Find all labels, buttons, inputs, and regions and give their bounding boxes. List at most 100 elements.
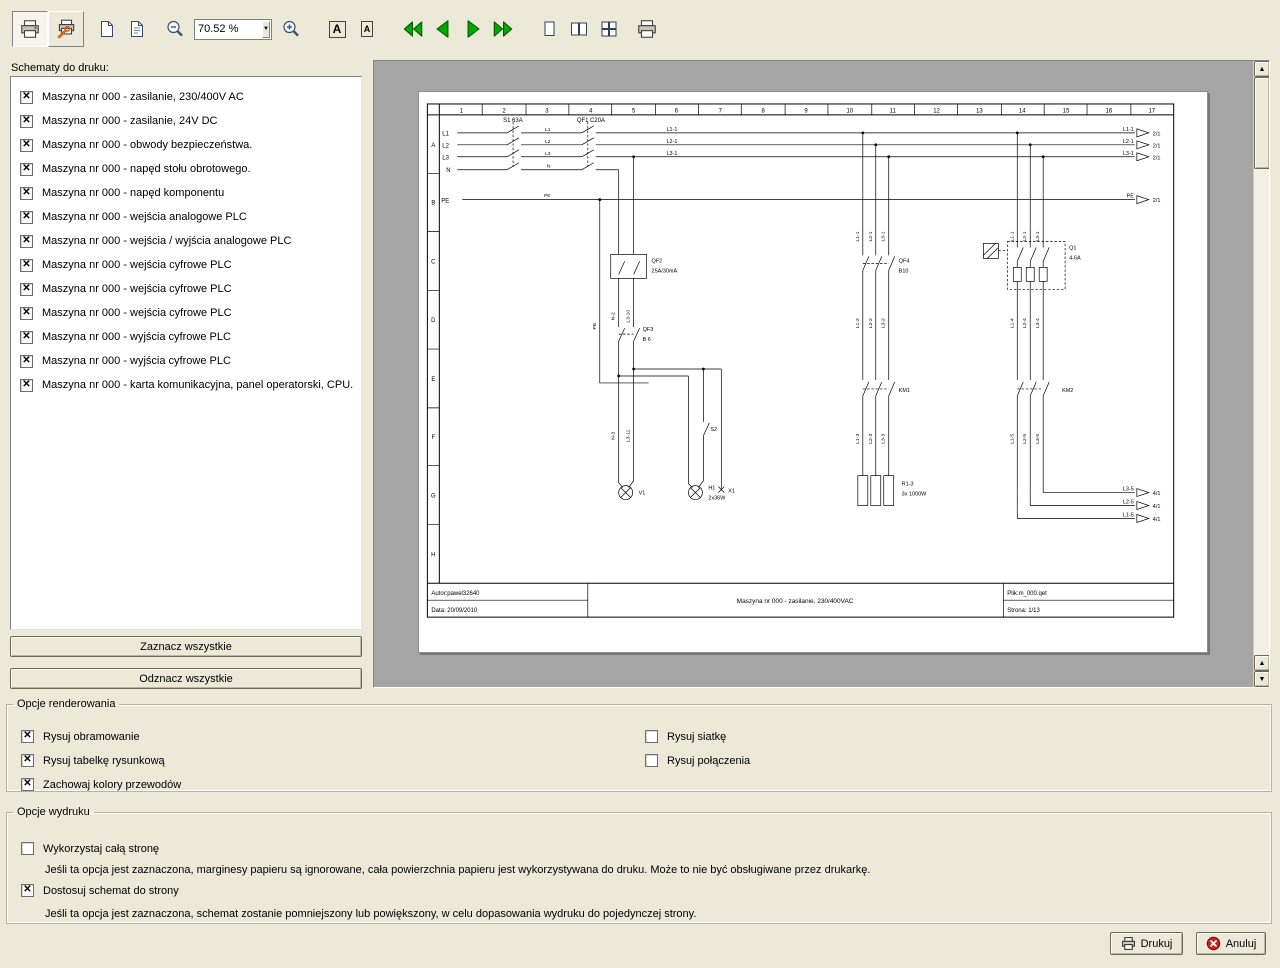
wire-label: L1	[442, 131, 449, 137]
print-list[interactable]: Maszyna nr 000 - zasilanie, 230/400V AC …	[10, 76, 362, 630]
list-item[interactable]: Maszyna nr 000 - karta komunikacyjna, pa…	[11, 373, 361, 397]
list-item[interactable]: Maszyna nr 000 - wejścia cyfrowe PLC	[11, 253, 361, 277]
checkbox-checked[interactable]	[20, 163, 33, 176]
deselect-all-button[interactable]: Odznacz wszystkie	[10, 668, 362, 689]
list-item[interactable]: Maszyna nr 000 - wejścia cyfrowe PLC	[11, 301, 361, 325]
checkbox-unchecked[interactable]	[645, 754, 658, 767]
zoom-value-input[interactable]	[195, 23, 262, 35]
next-page-button[interactable]	[458, 14, 488, 44]
checkbox-checked[interactable]	[21, 884, 34, 897]
single-page-view-button[interactable]	[534, 14, 564, 44]
option-label: Rysuj obramowanie	[43, 731, 140, 743]
option-description: Jeśli ta opcja jest zaznaczona, margines…	[45, 864, 870, 876]
printer-mode-button[interactable]	[12, 11, 48, 47]
list-item[interactable]: Maszyna nr 000 - wejścia analogowe PLC	[11, 205, 361, 229]
grid-col-label: 9	[804, 108, 808, 114]
checkbox-checked[interactable]	[20, 211, 33, 224]
vertical-scrollbar[interactable]: ▲ ▲ ▼	[1253, 61, 1269, 687]
checkbox-checked[interactable]	[20, 139, 33, 152]
grid-row-label: F	[432, 435, 436, 441]
print-button[interactable]: Drukuj	[1110, 932, 1183, 955]
previous-page-button[interactable]	[428, 14, 458, 44]
wire-label: L1-2	[855, 318, 861, 328]
list-item[interactable]: Maszyna nr 000 - zasilanie, 230/400V AC	[11, 85, 361, 109]
ref-label: L3-1	[1123, 151, 1134, 157]
print-toolbar-button[interactable]	[632, 14, 662, 44]
component-label: KM2	[1062, 388, 1073, 394]
component-label: Q1	[1069, 245, 1076, 251]
grid-col-label: 7	[719, 108, 723, 114]
option-keep-wire-colors[interactable]: Zachowaj kolory przewodów	[21, 778, 181, 791]
checkbox-checked[interactable]	[20, 187, 33, 200]
grid-col-label: 17	[1148, 108, 1155, 114]
zoom-out-button[interactable]	[160, 14, 190, 44]
option-draw-grid[interactable]: Rysuj siatkę	[645, 730, 726, 743]
checkbox-checked[interactable]	[21, 730, 34, 743]
checkbox-checked[interactable]	[21, 754, 34, 767]
four-pages-view-button[interactable]	[594, 14, 624, 44]
checkbox-checked[interactable]	[20, 91, 33, 104]
printer-settings-button[interactable]	[48, 11, 84, 47]
list-item[interactable]: Maszyna nr 000 - wyjścia cyfrowe PLC	[11, 325, 361, 349]
first-page-button[interactable]	[398, 14, 428, 44]
component-label: QF4	[899, 258, 910, 264]
scroll-down-button[interactable]: ▼	[1254, 671, 1270, 687]
two-pages-view-button[interactable]	[564, 14, 594, 44]
list-item-label: Maszyna nr 000 - zasilanie, 230/400V AC	[42, 91, 244, 103]
list-item[interactable]: Maszyna nr 000 - zasilanie, 24V DC	[11, 109, 361, 133]
fit-page-button[interactable]: A	[352, 14, 382, 44]
scroll-up-button[interactable]: ▲	[1254, 61, 1270, 77]
checkbox-checked[interactable]	[20, 307, 33, 320]
list-item[interactable]: Maszyna nr 000 - wejścia / wyjścia analo…	[11, 229, 361, 253]
zoom-in-button[interactable]	[276, 14, 306, 44]
checkbox-checked[interactable]	[20, 235, 33, 248]
grid-col-label: 15	[1063, 108, 1070, 114]
select-all-button[interactable]: Zaznacz wszystkie	[10, 636, 362, 657]
checkbox-checked[interactable]	[21, 778, 34, 791]
checkbox-checked[interactable]	[20, 331, 33, 344]
next-page-icon	[461, 17, 485, 41]
page-setup-button[interactable]	[92, 14, 122, 44]
option-draw-terminals[interactable]: Rysuj połączenia	[645, 754, 750, 767]
last-page-button[interactable]	[488, 14, 518, 44]
component-label: QF2	[652, 258, 663, 264]
checkbox-unchecked[interactable]	[645, 730, 658, 743]
scrollbar-thumb[interactable]	[1254, 77, 1270, 169]
option-draw-titleblock[interactable]: Rysuj tabelkę rysunkową	[21, 754, 165, 767]
preview-options-button[interactable]	[122, 14, 152, 44]
scroll-up-button-bottom[interactable]: ▲	[1254, 655, 1270, 671]
grid-col-label: 14	[1019, 108, 1026, 114]
titleblock-title: Maszyna nr 000 - zasilanie, 230/400VAC	[737, 598, 854, 605]
fit-width-button[interactable]: A	[322, 14, 352, 44]
combo-dropdown-button[interactable]: ▼	[262, 21, 270, 38]
option-use-full-page[interactable]: Wykorzystaj całą stronę	[21, 842, 159, 855]
print-options-legend: Opcje wydruku	[13, 806, 94, 818]
option-draw-border[interactable]: Rysuj obramowanie	[21, 730, 140, 743]
option-fit-to-page[interactable]: Dostosuj schemat do strony	[21, 884, 179, 897]
checkbox-checked[interactable]	[20, 283, 33, 296]
cancel-icon	[1206, 936, 1221, 951]
checkbox-checked[interactable]	[20, 355, 33, 368]
checkbox-checked[interactable]	[20, 259, 33, 272]
list-item[interactable]: Maszyna nr 000 - obwody bezpieczeństwa.	[11, 133, 361, 157]
checkbox-unchecked[interactable]	[21, 842, 34, 855]
ref-label: L3-5	[1123, 487, 1134, 493]
previous-page-icon	[431, 17, 455, 41]
wire-label: L3-1	[881, 231, 887, 241]
single-page-view-icon	[539, 19, 559, 39]
grid-row-label: G	[431, 494, 436, 500]
wire-label: L3-1	[667, 151, 678, 157]
ref-page: 4/1	[1153, 504, 1161, 510]
last-page-icon	[491, 17, 515, 41]
list-item[interactable]: Maszyna nr 000 - wejścia cyfrowe PLC	[11, 277, 361, 301]
checkbox-checked[interactable]	[20, 379, 33, 392]
checkbox-checked[interactable]	[20, 115, 33, 128]
wire-label: L3-11	[626, 429, 632, 442]
list-item[interactable]: Maszyna nr 000 - wyjścia cyfrowe PLC	[11, 349, 361, 373]
list-item[interactable]: Maszyna nr 000 - napęd stołu obrotowego.	[11, 157, 361, 181]
zoom-combobox[interactable]: ▼	[194, 19, 272, 40]
ref-label: L1-1	[1123, 127, 1134, 133]
cancel-button[interactable]: Anuluj	[1196, 932, 1266, 955]
list-item[interactable]: Maszyna nr 000 - napęd komponentu	[11, 181, 361, 205]
component-label: R1-3	[902, 482, 914, 488]
